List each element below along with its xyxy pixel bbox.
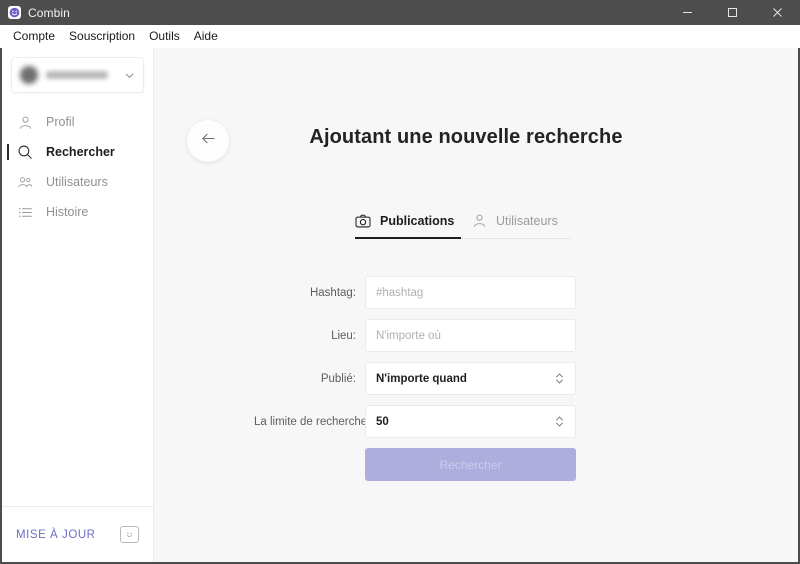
- search-form: Hashtag: #hashtag Lieu: N'importe où Pub…: [254, 276, 674, 481]
- sidebar-item-label: Profil: [46, 115, 75, 129]
- form-row-publie: Publié: N'importe quand: [254, 362, 674, 395]
- tab-label: Publications: [380, 213, 455, 228]
- hashtag-label: Hashtag:: [309, 286, 356, 299]
- main-content: Ajoutant une nouvelle recherche Publicat…: [154, 48, 798, 562]
- sidebar-item-label: Utilisateurs: [46, 175, 108, 189]
- publie-value: N'importe quand: [376, 372, 467, 385]
- form-row-limite: La limite de recherche: 50: [254, 405, 674, 438]
- limite-label: La limite de recherche:: [254, 415, 371, 428]
- sidebar-item-profil[interactable]: Profil: [2, 107, 153, 137]
- update-link[interactable]: MISE À JOUR: [16, 529, 96, 541]
- maximize-button[interactable]: [710, 0, 755, 25]
- form-row-lieu: Lieu: N'importe où: [254, 319, 674, 352]
- body-split: Profil Rechercher Utilisateurs Histoire …: [0, 48, 800, 564]
- publie-select[interactable]: N'importe quand: [365, 362, 576, 395]
- submit-row: Rechercher: [254, 448, 674, 481]
- sidebar: Profil Rechercher Utilisateurs Histoire …: [2, 48, 154, 562]
- rechercher-button[interactable]: Rechercher: [365, 448, 576, 481]
- avatar: [20, 66, 38, 84]
- stepper-arrows-icon[interactable]: [554, 414, 565, 429]
- sidebar-item-utilisateurs[interactable]: Utilisateurs: [2, 167, 153, 197]
- menu-item-aide[interactable]: Aide: [187, 27, 225, 45]
- sidebar-item-histoire[interactable]: Histoire: [2, 197, 153, 227]
- tab-utilisateurs[interactable]: Utilisateurs: [472, 213, 558, 238]
- lieu-label: Lieu:: [331, 329, 356, 342]
- hashtag-placeholder: #hashtag: [376, 286, 424, 299]
- sidebar-footer: MISE À JOUR: [2, 506, 153, 562]
- smiley-app-icon: [8, 6, 21, 19]
- chevron-down-icon: [124, 70, 135, 81]
- form-row-hashtag: Hashtag: #hashtag: [254, 276, 674, 309]
- camera-icon: [355, 214, 371, 228]
- window-title: Combin: [28, 5, 70, 20]
- tab-label: Utilisateurs: [496, 213, 558, 228]
- tab-publications[interactable]: Publications: [355, 213, 462, 239]
- account-name: [46, 71, 108, 79]
- sidebar-item-label: Histoire: [46, 205, 89, 219]
- search-icon: [16, 144, 34, 160]
- search-type-tabs: Publications Utilisateurs: [355, 213, 571, 239]
- sidebar-nav: Profil Rechercher Utilisateurs Histoire: [2, 107, 153, 227]
- sidebar-item-rechercher[interactable]: Rechercher: [2, 137, 153, 167]
- menu-item-outils[interactable]: Outils: [142, 27, 187, 45]
- hashtag-input[interactable]: #hashtag: [365, 276, 576, 309]
- close-button[interactable]: [755, 0, 800, 25]
- lieu-input[interactable]: N'importe où: [365, 319, 576, 352]
- app-window: Combin Compte Souscription Outils Aide P…: [0, 0, 800, 564]
- minimize-button[interactable]: [665, 0, 710, 25]
- limite-value: 50: [376, 415, 389, 428]
- menu-bar: Compte Souscription Outils Aide: [0, 25, 800, 48]
- user-icon: [16, 115, 34, 130]
- user-icon: [472, 213, 487, 228]
- menu-item-compte[interactable]: Compte: [6, 27, 62, 45]
- limite-stepper-input[interactable]: 50: [365, 405, 576, 438]
- sidebar-item-label: Rechercher: [46, 145, 115, 159]
- publie-label: Publié:: [320, 372, 356, 385]
- account-selector[interactable]: [11, 57, 144, 93]
- page-title: Ajoutant une nouvelle recherche: [309, 126, 623, 148]
- title-bar-left: Combin: [0, 6, 70, 20]
- smiley-chat-icon[interactable]: [120, 526, 139, 543]
- list-icon: [16, 205, 34, 220]
- menu-item-souscription[interactable]: Souscription: [62, 27, 142, 45]
- window-controls: [665, 0, 800, 25]
- users-icon: [16, 175, 34, 190]
- title-bar: Combin: [0, 0, 800, 25]
- lieu-placeholder: N'importe où: [376, 329, 441, 342]
- stepper-arrows-icon[interactable]: [554, 371, 565, 386]
